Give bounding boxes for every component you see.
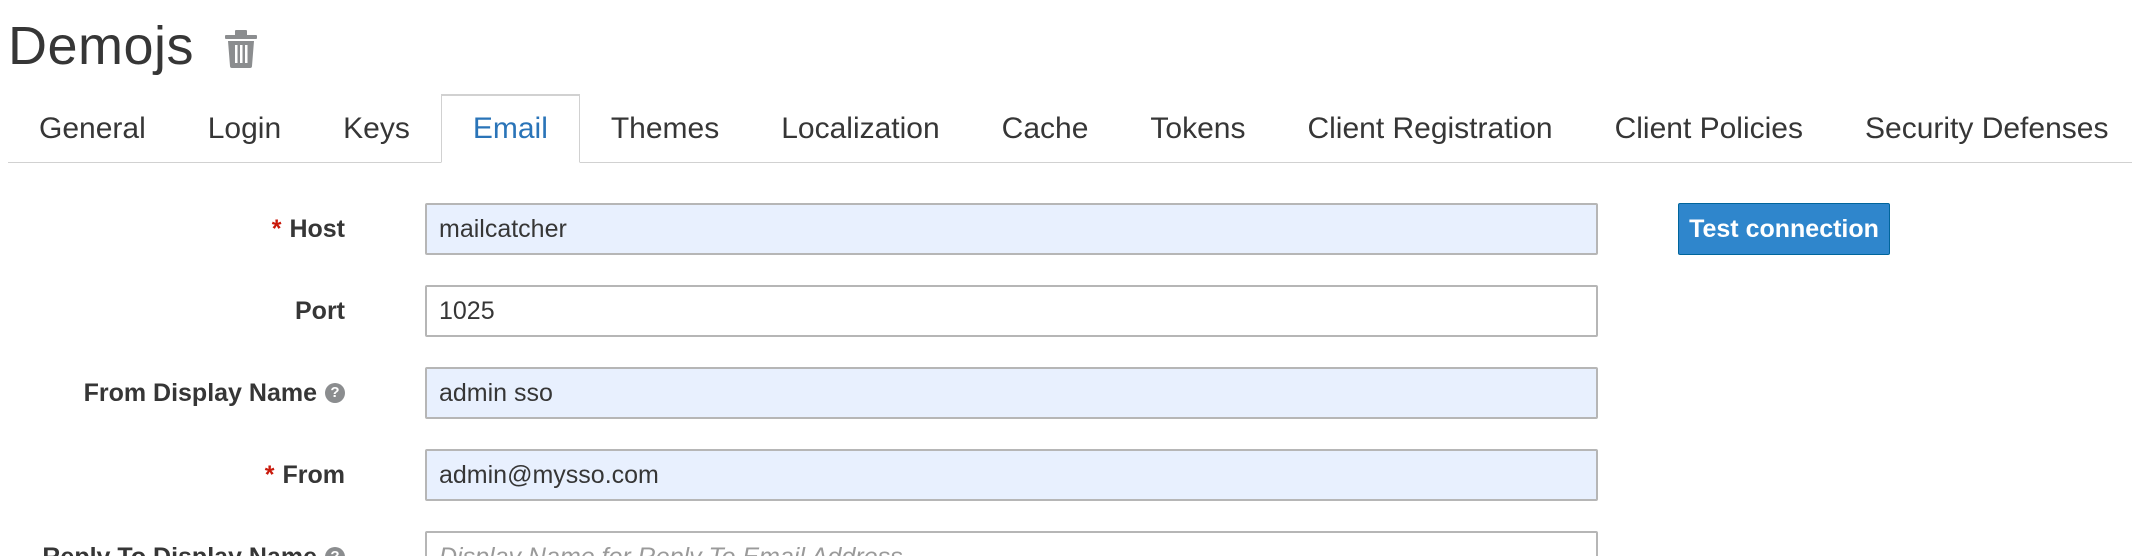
- page-header: Demojs: [8, 14, 258, 78]
- required-marker: *: [271, 214, 282, 243]
- port-input[interactable]: [425, 285, 1598, 337]
- tab-tokens[interactable]: Tokens: [1119, 95, 1276, 162]
- page-title: Demojs: [8, 16, 195, 76]
- reply-to-display-name-row: Reply To Display Name ?: [0, 531, 2132, 556]
- host-input[interactable]: [425, 203, 1598, 255]
- from-label: * From: [265, 449, 345, 501]
- reply-to-display-name-input[interactable]: [425, 531, 1598, 556]
- tab-email[interactable]: Email: [440, 94, 580, 163]
- reply-to-display-name-label: Reply To Display Name ?: [42, 531, 345, 556]
- question-circle-icon[interactable]: ?: [325, 383, 345, 403]
- tab-client-policies[interactable]: Client Policies: [1584, 95, 1834, 162]
- realm-settings-page: Demojs General Login Keys Email Themes L…: [0, 0, 2132, 556]
- trash-icon[interactable]: [224, 30, 258, 68]
- tab-cache[interactable]: Cache: [971, 95, 1120, 162]
- required-marker: *: [264, 460, 275, 489]
- reply-to-display-name-label-text: Reply To Display Name: [42, 543, 317, 556]
- tab-themes[interactable]: Themes: [580, 95, 750, 162]
- tab-keys[interactable]: Keys: [312, 95, 441, 162]
- from-label-text: From: [282, 460, 346, 489]
- host-label-text: Host: [289, 214, 345, 243]
- from-input[interactable]: [425, 449, 1598, 501]
- port-row: Port: [0, 285, 2132, 337]
- tab-client-registration[interactable]: Client Registration: [1276, 95, 1583, 162]
- from-display-name-row: From Display Name ?: [0, 367, 2132, 419]
- tab-login[interactable]: Login: [177, 95, 312, 162]
- host-label: * Host: [272, 203, 345, 255]
- port-label: Port: [295, 285, 345, 337]
- settings-tabs: General Login Keys Email Themes Localiza…: [8, 94, 2132, 163]
- tab-security-defenses[interactable]: Security Defenses: [1834, 95, 2132, 162]
- tab-general[interactable]: General: [8, 95, 177, 162]
- from-row: * From: [0, 449, 2132, 501]
- test-connection-button[interactable]: Test connection: [1678, 203, 1890, 255]
- tab-localization[interactable]: Localization: [750, 95, 970, 162]
- question-circle-icon[interactable]: ?: [325, 547, 345, 556]
- from-display-name-label: From Display Name ?: [84, 367, 345, 419]
- port-label-text: Port: [295, 296, 345, 325]
- from-display-name-input[interactable]: [425, 367, 1598, 419]
- from-display-name-label-text: From Display Name: [83, 378, 317, 407]
